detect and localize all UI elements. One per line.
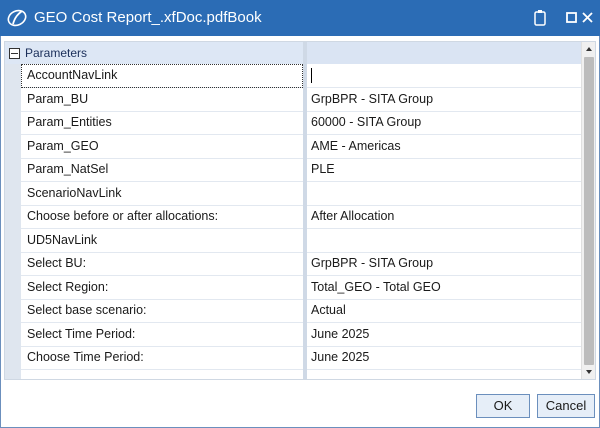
text-caret (311, 68, 312, 83)
property-value-field[interactable]: June 2025 (307, 346, 581, 370)
property-value-field[interactable]: June 2025 (307, 323, 581, 347)
property-name: AccountNavLink (27, 68, 118, 82)
vertical-scrollbar[interactable] (581, 42, 595, 379)
grid-left-margin (5, 42, 21, 379)
property-row[interactable]: Select Time Period: June 2025 (21, 323, 581, 347)
close-icon[interactable] (578, 8, 598, 28)
property-value-field[interactable]: GrpBPR - SITA Group (307, 88, 581, 112)
property-name-cell[interactable]: ScenarioNavLink (21, 182, 303, 206)
property-value-field[interactable] (307, 64, 581, 88)
title-bar: GEO Cost Report_.xfDoc.pdfBook (0, 0, 600, 36)
property-name: Param_NatSel (27, 162, 109, 176)
property-name-cell[interactable]: Select Time Period: (21, 323, 303, 347)
property-name-cell[interactable]: Select Region: (21, 276, 303, 300)
property-name-cell[interactable]: Param_NatSel (21, 158, 303, 182)
property-row[interactable]: Param_NatSel PLE (21, 158, 581, 182)
property-name: UD5NavLink (27, 232, 98, 247)
property-name: Param_GEO (27, 138, 99, 153)
property-name-cell[interactable]: AccountNavLink (21, 64, 303, 88)
property-value: 60000 - SITA Group (311, 115, 422, 129)
property-value-field[interactable]: After Allocation (307, 205, 581, 229)
property-value-field[interactable]: PLE (307, 158, 581, 182)
property-value: AME - Americas (311, 138, 401, 153)
property-name: Select Region: (27, 279, 109, 294)
property-value: After Allocation (311, 209, 395, 223)
property-value-field[interactable]: Total_GEO - Total GEO (307, 276, 581, 300)
ok-button[interactable]: OK (476, 394, 530, 418)
category-label: Parameters (25, 46, 88, 60)
property-value-field[interactable]: GrpBPR - SITA Group (307, 252, 581, 276)
cancel-button[interactable]: Cancel (537, 394, 595, 418)
scroll-down-icon[interactable] (582, 365, 595, 379)
property-value: June 2025 (311, 326, 370, 341)
property-row[interactable]: Choose Time Period: June 2025 (21, 346, 581, 370)
property-name: Choose Time Period: (27, 350, 144, 364)
property-name: Param_BU (27, 91, 89, 106)
property-row[interactable]: Param_GEO AME - Americas (21, 135, 581, 159)
property-value: June 2025 (311, 350, 370, 364)
property-value: GrpBPR - SITA Group (311, 256, 434, 270)
property-name: Choose before or after allocations: (27, 209, 219, 223)
property-row[interactable]: Param_BU GrpBPR - SITA Group (21, 88, 581, 112)
category-row-parameters[interactable]: Parameters (5, 42, 581, 64)
clipboard-icon[interactable] (530, 8, 550, 28)
scrollbar-thumb[interactable] (584, 57, 594, 365)
property-name: Select base scenario: (27, 303, 147, 317)
property-value-field[interactable]: 60000 - SITA Group (307, 111, 581, 135)
property-name: Param_Entities (27, 115, 112, 129)
property-value: Total_GEO - Total GEO (311, 279, 441, 294)
property-name-cell[interactable]: Param_Entities (21, 111, 303, 135)
property-value-field[interactable]: Actual (307, 299, 581, 323)
property-name: Select Time Period: (27, 326, 136, 341)
window-title: GEO Cost Report_.xfDoc.pdfBook (34, 9, 262, 26)
property-value-field[interactable] (307, 229, 581, 253)
property-row[interactable]: Select base scenario: Actual (21, 299, 581, 323)
property-row[interactable]: UD5NavLink (21, 229, 581, 253)
property-name: Select BU: (27, 256, 87, 270)
column-splitter[interactable] (303, 42, 307, 379)
property-name-cell[interactable]: Choose before or after allocations: (21, 205, 303, 229)
scroll-up-icon[interactable] (582, 42, 595, 56)
property-row[interactable]: Param_Entities 60000 - SITA Group (21, 111, 581, 135)
property-value-field[interactable]: AME - Americas (307, 135, 581, 159)
property-grid: Parameters AccountNavLink Param_BU GrpBPR … (4, 41, 596, 380)
property-name-cell[interactable]: UD5NavLink (21, 229, 303, 253)
app-logo-icon (6, 7, 28, 29)
property-value: PLE (311, 162, 335, 176)
property-name-cell[interactable]: Choose Time Period: (21, 346, 303, 370)
property-row[interactable]: ScenarioNavLink (21, 182, 581, 206)
property-value: Actual (311, 303, 346, 317)
property-name-cell[interactable]: Select base scenario: (21, 299, 303, 323)
property-row[interactable]: Choose before or after allocations: After… (21, 205, 581, 229)
property-row[interactable]: Select BU: GrpBPR - SITA Group (21, 252, 581, 276)
property-name-cell[interactable]: Param_GEO (21, 135, 303, 159)
property-row[interactable]: Select Region: Total_GEO - Total GEO (21, 276, 581, 300)
property-value: GrpBPR - SITA Group (311, 91, 434, 106)
property-name-cell[interactable]: Param_BU (21, 88, 303, 112)
property-value-field[interactable] (307, 182, 581, 206)
category-value-cell (307, 42, 581, 64)
property-row[interactable]: AccountNavLink (21, 64, 581, 88)
collapse-toggle-icon[interactable] (9, 48, 20, 59)
property-name-cell[interactable]: Select BU: (21, 252, 303, 276)
property-name: ScenarioNavLink (27, 185, 122, 200)
